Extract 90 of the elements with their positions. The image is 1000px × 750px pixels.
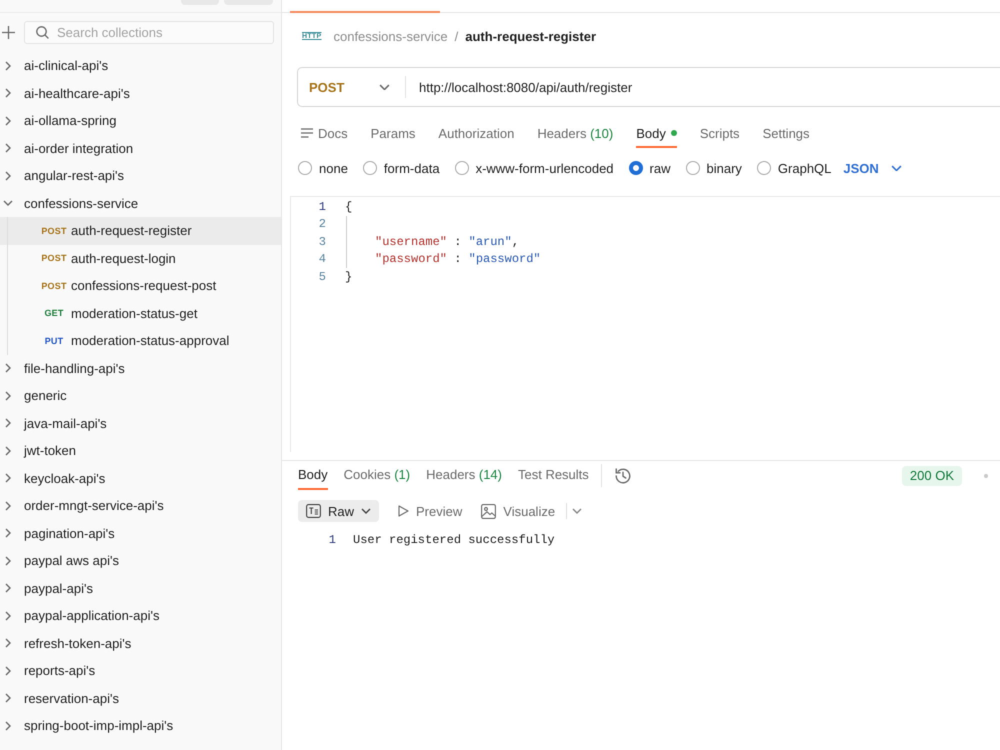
collection-item[interactable]: ai-clinical-api's xyxy=(0,52,281,80)
dot-icon xyxy=(984,474,988,478)
method-label: POST xyxy=(41,226,67,236)
collection-item[interactable]: paypal-api's xyxy=(0,574,281,602)
url-field[interactable]: http://localhost:8080/api/auth/register xyxy=(406,80,1000,94)
method-label: POST xyxy=(41,253,67,264)
view-mode-button[interactable]: Preview xyxy=(398,500,462,522)
collection-item[interactable]: reports-api's xyxy=(0,657,281,684)
request-name: confessions-request-post xyxy=(71,278,216,294)
response-status: 200 OK xyxy=(902,466,962,486)
chevron-icon xyxy=(361,508,372,514)
collection-item[interactable]: pagination-api's xyxy=(0,520,281,547)
code-line: "password" : "password" xyxy=(375,252,541,266)
breadcrumb-separator: / xyxy=(454,29,458,44)
method-label: PUT xyxy=(44,336,64,346)
collection-item[interactable]: spring-boot-imp-impl-api's xyxy=(0,712,281,740)
history-icon xyxy=(614,468,631,484)
collection-item[interactable]: generic xyxy=(0,382,281,410)
line-number: 3 xyxy=(318,234,326,250)
line-number: 2 xyxy=(318,216,326,233)
collection-item[interactable]: ai-order integration xyxy=(0,134,281,162)
search-bar[interactable]: Search collections xyxy=(24,21,274,44)
request-name: moderation-status-approval xyxy=(71,333,230,348)
response-tab[interactable]: Body xyxy=(298,461,328,490)
collection-item[interactable]: ai-ollama-spring xyxy=(0,107,281,134)
collection-item[interactable]: angular-rest-api's xyxy=(0,162,281,190)
request-tab[interactable]: Params xyxy=(370,120,416,148)
method-label: POST xyxy=(41,280,67,291)
line-number: 1 xyxy=(328,533,336,547)
search-field[interactable]: Search collections xyxy=(57,25,273,40)
request-name: moderation-status-get xyxy=(71,306,198,321)
body-mode-option[interactable]: form-data xyxy=(362,160,440,176)
line-number: 5 xyxy=(318,268,326,286)
body-mode-option[interactable]: GraphQL xyxy=(756,160,832,176)
history-button[interactable] xyxy=(614,468,631,484)
collection-item[interactable]: paypal-application-api's xyxy=(0,602,281,630)
collection-item[interactable]: refresh-token-api's xyxy=(0,630,281,657)
request-item[interactable]: GET moderation-status-get xyxy=(0,300,281,327)
collection-item[interactable]: java-mail-api's xyxy=(0,410,281,437)
plus-icon[interactable] xyxy=(2,26,15,39)
collection-item[interactable]: paypal aws api's xyxy=(0,547,281,574)
view-mode-button[interactable]: Visualize xyxy=(481,500,556,522)
body-mode-option[interactable]: x-www-form-urlencoded xyxy=(454,160,614,176)
request-tab[interactable]: Headers (10) xyxy=(537,120,614,148)
chevron-icon xyxy=(572,508,582,514)
request-tab[interactable]: Docs xyxy=(301,120,348,148)
request-tab[interactable]: Settings xyxy=(762,120,810,148)
chevron-icon xyxy=(379,84,390,90)
code-line: "username" : "arun", xyxy=(375,234,520,249)
body-mode-option[interactable]: raw xyxy=(628,160,670,176)
collection-item[interactable]: order-mngt-service-api's xyxy=(0,492,281,520)
search-icon xyxy=(36,26,49,39)
collection-item[interactable]: reservation-api's xyxy=(0,684,281,712)
language-select[interactable]: JSON xyxy=(843,160,902,176)
request-item[interactable]: PUT moderation-status-approval xyxy=(0,327,281,354)
request-item[interactable]: POST auth-request-login xyxy=(0,244,281,272)
collection-item[interactable]: file-handling-api's xyxy=(0,354,281,382)
request-name: auth-request-login xyxy=(71,250,176,266)
image-icon xyxy=(481,504,496,518)
play-icon xyxy=(398,505,410,517)
method-label: GET xyxy=(44,308,64,318)
response-tab[interactable]: Cookies (1) xyxy=(344,461,410,490)
code-line: } xyxy=(345,270,352,284)
request-title: auth-request-register xyxy=(465,29,596,44)
request-item[interactable]: POST auth-request-register xyxy=(0,217,281,244)
response-tab[interactable]: Test Results xyxy=(518,461,589,490)
text-file-icon xyxy=(306,504,321,518)
chevron-icon xyxy=(890,164,902,172)
body-mode-option[interactable]: none xyxy=(298,160,348,176)
list-icon xyxy=(301,128,313,138)
request-item[interactable]: POST confessions-request-post xyxy=(0,272,281,300)
more-button[interactable] xyxy=(572,508,582,514)
request-bar[interactable]: POST http://localhost:8080/api/auth/register xyxy=(297,67,1000,107)
method-select[interactable]: POST xyxy=(298,68,405,106)
body-mode-option[interactable]: binary xyxy=(686,160,742,176)
response-text: User registered successfully xyxy=(353,533,555,547)
request-tab[interactable]: Authorization xyxy=(438,120,514,148)
request-tab[interactable]: Body xyxy=(636,120,677,148)
code-line: { xyxy=(345,200,352,214)
line-number: 1 xyxy=(318,198,326,216)
collection-item[interactable]: confessions-service xyxy=(0,190,281,217)
request-tab[interactable]: Scripts xyxy=(700,120,740,148)
line-number: 4 xyxy=(318,251,326,268)
code-editor[interactable]: 1 { 2 3 "username" : "arun", 4 "password" : "password" 5 } xyxy=(290,196,1000,452)
request-name: auth-request-register xyxy=(71,223,192,238)
collection-item[interactable]: jwt-token xyxy=(0,437,281,464)
view-mode-button[interactable]: Raw xyxy=(298,500,380,522)
collection-item[interactable]: keycloak-api's xyxy=(0,464,281,492)
response-tab[interactable]: Headers (14) xyxy=(426,461,502,490)
collection-item[interactable]: ai-healthcare-api's xyxy=(0,80,281,107)
